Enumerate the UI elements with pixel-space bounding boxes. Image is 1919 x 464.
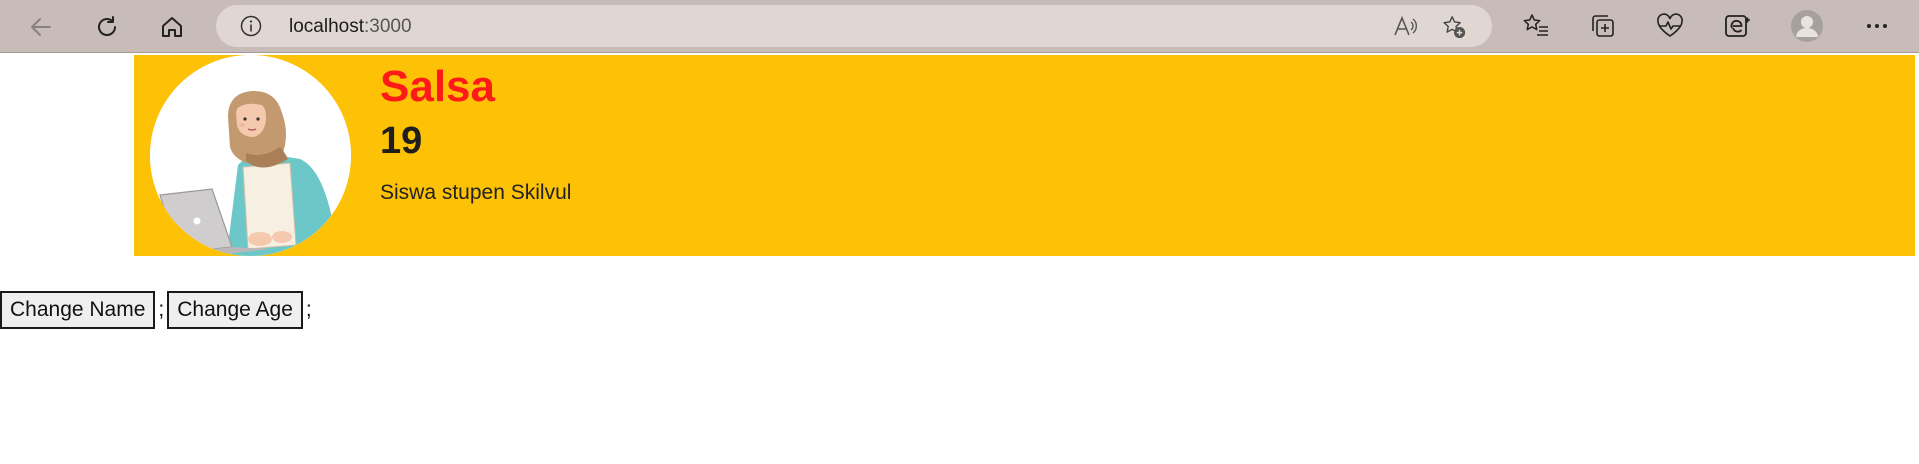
profile-card: Salsa 19 Siswa stupen Skilvul: [134, 55, 1915, 256]
profile-age: 19: [380, 120, 423, 162]
url-host: localhost: [289, 16, 364, 37]
edge-icon[interactable]: [1721, 9, 1755, 43]
refresh-icon[interactable]: [88, 8, 126, 46]
add-favorite-icon[interactable]: [1441, 14, 1467, 40]
read-aloud-icon[interactable]: [1392, 14, 1418, 40]
heartbeat-icon[interactable]: [1653, 9, 1687, 43]
more-icon[interactable]: [1860, 9, 1894, 43]
profile-name: Salsa: [380, 62, 495, 111]
browser-toolbar: localhost:3000: [0, 0, 1919, 53]
url-text[interactable]: localhost:3000: [289, 17, 412, 37]
collections-icon[interactable]: [1586, 9, 1620, 43]
action-bar: Change Name ; Change Age ;: [0, 291, 315, 329]
back-arrow-icon[interactable]: [22, 8, 60, 46]
separator-text: ;: [158, 298, 165, 321]
info-icon[interactable]: [240, 15, 262, 37]
home-icon[interactable]: [153, 8, 191, 46]
change-name-button[interactable]: Change Name: [0, 291, 156, 329]
favorites-icon[interactable]: [1519, 9, 1553, 43]
change-age-button[interactable]: Change Age: [167, 291, 303, 329]
avatar: [150, 55, 351, 256]
address-bar[interactable]: localhost:3000: [216, 5, 1492, 47]
profile-description: Siswa stupen Skilvul: [380, 181, 572, 204]
avatar-illustration: [150, 55, 351, 256]
url-port: :3000: [364, 16, 412, 37]
separator-text: ;: [305, 298, 312, 321]
profile-icon[interactable]: [1790, 9, 1824, 43]
